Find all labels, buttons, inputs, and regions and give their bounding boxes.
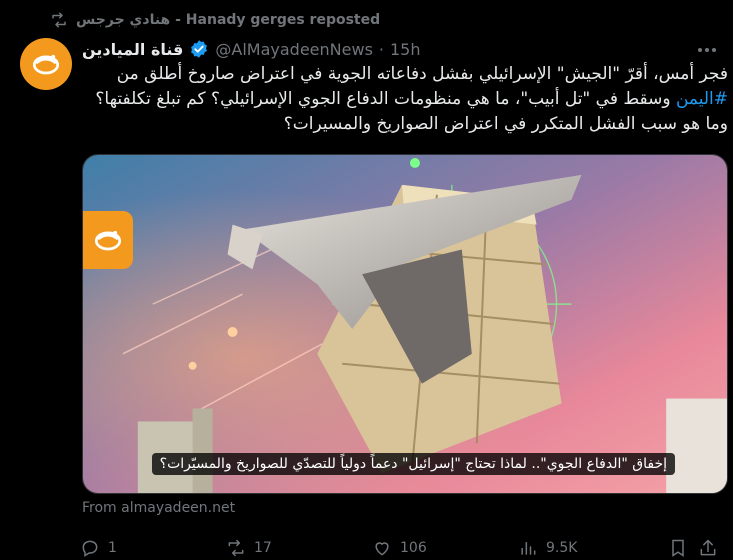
post-time[interactable]: 15h [390,40,421,59]
separator-dot: · [378,39,384,59]
repost-indicator[interactable]: هنادي جرجس - Hanady gerges reposted [50,10,380,30]
post-text-line2: وسقط في "تل أبيب"، ما هي منظومات الدفاع … [95,89,728,134]
repost-icon [228,539,244,557]
repost-text[interactable]: هنادي جرجس - Hanady gerges reposted [76,12,380,28]
link-card-image[interactable]: إخفاق "الدفاع الجوي".. لماذا تحتاج "إسرا… [82,154,728,494]
reply-count: 1 [108,540,117,556]
reply-button[interactable]: 1 [80,538,226,558]
link-card-title[interactable]: إخفاق "الدفاع الجوي".. لماذا تحتاج "إسرا… [151,453,675,475]
link-source[interactable]: From almayadeen.net [82,500,235,516]
action-bar: 1 17 106 9.5K [80,536,730,560]
verified-badge-icon [191,40,208,58]
repost-button[interactable]: 17 [226,538,372,558]
share-icon [700,539,716,556]
reply-icon [82,540,98,557]
almayadeen-logo-icon [94,230,122,251]
almayadeen-logo-icon [32,54,60,75]
post-text: فجر أمس، أقرّ "الجيش" الإسرائيلي بفشل دف… [82,62,728,137]
missile-launcher-illustration [83,155,727,493]
heart-icon [375,542,389,556]
bookmark-button[interactable] [668,538,698,558]
almayadeen-badge [83,211,133,269]
like-count: 106 [400,540,427,556]
views-button[interactable]: 9.5K [518,538,668,558]
post-header: قناة الميادين @AlMayadeenNews · 15h [82,38,421,60]
more-icon-dot [698,48,702,52]
hashtag-link[interactable]: #اليمن [676,89,728,109]
avatar[interactable] [20,38,72,90]
views-chart-icon [521,542,536,555]
bookmark-icon [672,539,684,557]
like-button[interactable]: 106 [372,538,518,558]
views-count: 9.5K [546,540,578,556]
share-button[interactable] [698,538,728,558]
more-options-button[interactable] [695,40,719,60]
display-name[interactable]: قناة الميادين [82,40,183,59]
more-icon-dot [712,48,716,52]
handle[interactable]: @AlMayadeenNews [215,40,373,59]
post-text-line1: فجر أمس، أقرّ "الجيش" الإسرائيلي بفشل دف… [116,64,728,84]
more-icon-dot [705,48,709,52]
repost-icon [52,12,66,28]
repost-count: 17 [254,540,272,556]
